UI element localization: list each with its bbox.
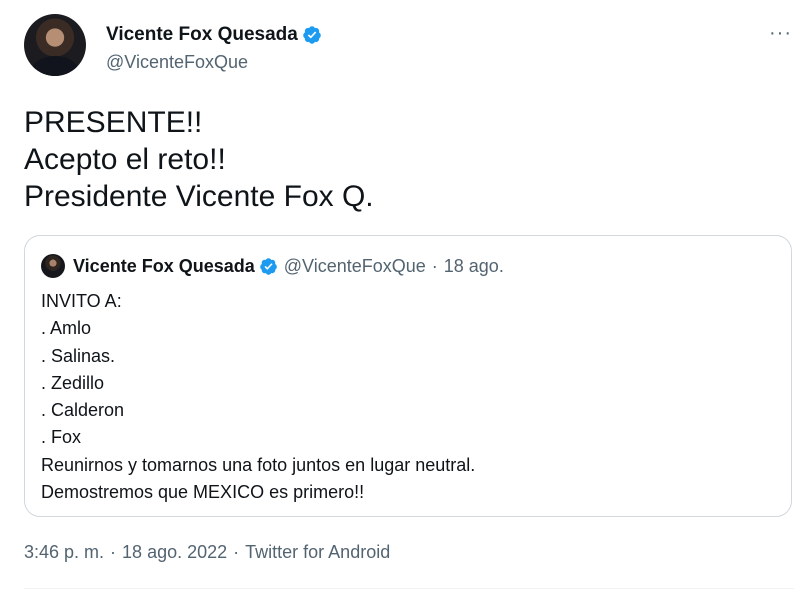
tweet-text-line: Presidente Vicente Fox Q. bbox=[24, 180, 374, 213]
quoted-text-line: . Amlo bbox=[41, 318, 92, 339]
meta-separator: · bbox=[233, 542, 240, 562]
author-name-row: Vicente Fox Quesada bbox=[106, 24, 322, 46]
tweet-time[interactable]: 3:46 p. m. bbox=[24, 542, 104, 563]
author-display-name[interactable]: Vicente Fox Quesada bbox=[106, 24, 298, 46]
tweet-card: Vicente Fox Quesada @VicenteFoxQue ··· P… bbox=[0, 0, 800, 604]
quoted-tweet-text: INVITO A: . Amlo . Salinas. . Zedillo . … bbox=[41, 288, 475, 506]
quoted-text-line: . Calderon bbox=[41, 400, 125, 421]
tweet-header: Vicente Fox Quesada @VicenteFoxQue ··· bbox=[24, 14, 794, 84]
quoted-avatar bbox=[41, 254, 65, 278]
verified-badge-icon bbox=[303, 26, 321, 44]
quoted-handle: @VicenteFoxQue bbox=[283, 255, 426, 276]
avatar[interactable] bbox=[24, 14, 86, 76]
tweet-text: PRESENTE!! Acepto el reto!! Presidente V… bbox=[24, 104, 764, 215]
quoted-tweet[interactable]: Vicente Fox Quesada @VicenteFoxQue · 18 … bbox=[24, 235, 792, 517]
divider bbox=[24, 588, 794, 589]
quoted-separator: · bbox=[431, 255, 438, 276]
tweet-source[interactable]: Twitter for Android bbox=[245, 542, 390, 563]
quoted-text-line: INVITO A: bbox=[41, 291, 122, 311]
tweet-text-line: PRESENTE!! bbox=[24, 106, 203, 139]
tweet-text-line: Acepto el reto!! bbox=[24, 143, 226, 176]
quoted-display-name: Vicente Fox Quesada bbox=[73, 255, 255, 276]
quoted-tweet-header: Vicente Fox Quesada @VicenteFoxQue · 18 … bbox=[41, 254, 504, 278]
author-handle[interactable]: @VicenteFoxQue bbox=[106, 52, 248, 73]
tweet-metadata: 3:46 p. m. · 18 ago. 2022 · Twitter for Andr… bbox=[24, 542, 390, 563]
meta-separator: · bbox=[110, 542, 117, 562]
quoted-text-line: . Zedillo bbox=[41, 372, 105, 393]
verified-badge-icon bbox=[259, 257, 277, 275]
quoted-text-line: Demostremos que MEXICO es primero!! bbox=[41, 482, 365, 503]
more-options-icon[interactable]: ··· bbox=[769, 22, 792, 45]
tweet-date[interactable]: 18 ago. 2022 bbox=[122, 542, 227, 563]
quoted-text-line: . Fox bbox=[41, 427, 82, 448]
quoted-date: 18 ago. bbox=[443, 255, 504, 276]
quoted-text-line: . Salinas. bbox=[41, 345, 116, 366]
quoted-text-line: Reunirnos y tomarnos una foto juntos en … bbox=[41, 454, 476, 475]
